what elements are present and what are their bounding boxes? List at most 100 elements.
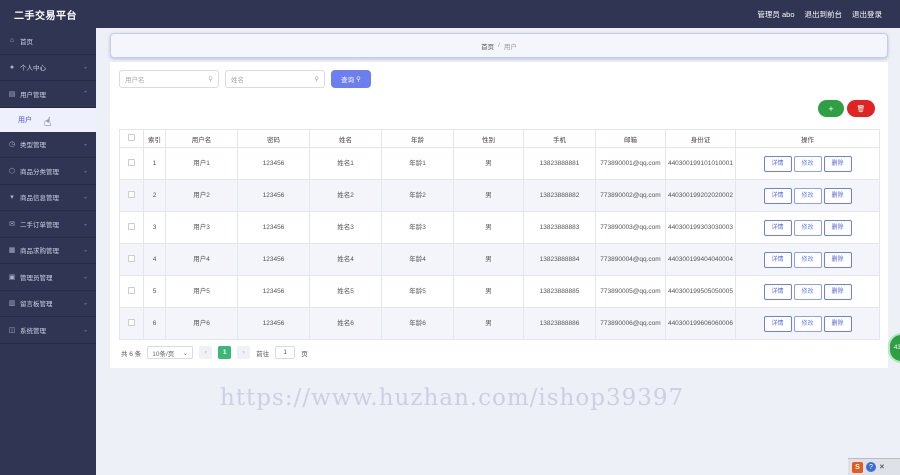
folder-icon: ▣ <box>8 273 16 281</box>
row-select-cell[interactable] <box>119 307 144 340</box>
row-checkbox[interactable] <box>128 158 135 166</box>
row-select-cell[interactable] <box>119 275 144 308</box>
sidebar-item-4[interactable]: ⬡ 商品分类管理 ⌄ <box>0 158 96 185</box>
select-all-cell[interactable] <box>119 129 144 148</box>
row-select-cell[interactable] <box>119 179 144 212</box>
table-row[interactable]: 3 用户3 123456 姓名3 年龄3 男 13823888883 773890003@qq… <box>119 211 880 244</box>
delete-button[interactable]: 删除 <box>823 155 852 172</box>
sidebar-item-5[interactable]: ▾ 商品信息管理 ⌄ <box>0 185 96 211</box>
prev-page-button[interactable]: ‹ <box>199 346 213 359</box>
cell-email: 773890004@qq.com <box>595 243 666 276</box>
row-select-cell[interactable] <box>119 147 144 180</box>
page-size-select[interactable]: 10条/页 ⌄ <box>147 346 194 359</box>
column-header: 索引 <box>143 129 166 148</box>
cell-username: 用户6 <box>165 307 238 340</box>
sidebar-item-7[interactable]: ▦ 商品求购管理 ⌄ <box>0 238 96 264</box>
edit-button[interactable]: 修改 <box>793 155 822 172</box>
row-checkbox[interactable] <box>128 254 135 262</box>
cell-index: 6 <box>143 307 166 340</box>
floating-badge[interactable]: 43 <box>888 333 900 363</box>
batch-delete-button[interactable]: 🗑 <box>847 100 875 117</box>
edit-button[interactable]: 修改 <box>793 219 822 236</box>
delete-button[interactable]: 删除 <box>823 187 852 204</box>
row-checkbox[interactable] <box>128 190 135 198</box>
sidebar-item-label: 商品分类管理 <box>20 168 59 176</box>
column-header: 身份证 <box>665 129 736 148</box>
chevron-down-icon: ⌄ <box>82 300 88 307</box>
table-row[interactable]: 4 用户4 123456 姓名4 年龄4 男 13823888884 773890004@qq… <box>119 243 880 276</box>
search-button[interactable]: 查询 ⚲ <box>331 70 371 88</box>
row-checkbox[interactable] <box>128 318 135 326</box>
cell-id-card: 440300199606060006 <box>665 307 736 340</box>
select-all-checkbox[interactable] <box>128 134 135 141</box>
sidebar-item-10[interactable]: ◫ 系统管理 ⌄ <box>0 317 96 344</box>
delete-button[interactable]: 删除 <box>823 315 852 332</box>
table-row[interactable]: 2 用户2 123456 姓名2 年龄2 男 13823888882 773890002@qq… <box>119 179 880 212</box>
edit-button[interactable]: 修改 <box>793 315 822 332</box>
close-icon[interactable]: ✕ <box>879 463 885 471</box>
goto-page-input[interactable]: 1 <box>275 346 296 359</box>
sidebar-item-6[interactable]: ✉ 二手订单管理 ⌄ <box>0 211 96 238</box>
breadcrumb-home[interactable]: 首页 <box>481 41 494 51</box>
row-checkbox[interactable] <box>128 286 135 294</box>
sidebar-item-8[interactable]: ▣ 管理员管理 ⌄ <box>0 264 96 291</box>
row-select-cell[interactable] <box>119 243 144 276</box>
add-button[interactable]: + <box>818 100 844 117</box>
sidebar-item-2[interactable]: ▤ 用户管理 ⌃ <box>0 81 96 108</box>
detail-button[interactable]: 详情 <box>763 187 792 204</box>
cell-gender: 男 <box>453 275 524 308</box>
search-button-label: 查询 <box>341 77 355 84</box>
cell-age: 年龄2 <box>381 179 454 212</box>
cell-age: 年龄5 <box>381 275 454 308</box>
cell-actions: 详情 修改 删除 <box>735 307 880 340</box>
delete-button[interactable]: 删除 <box>823 251 852 268</box>
top-bar-actions: 管理员 abo 退出到前台 退出登录 <box>757 9 882 20</box>
table-row[interactable]: 6 用户6 123456 姓名6 年龄6 男 13823888886 773890006@qq… <box>119 307 880 340</box>
next-page-button[interactable]: › <box>237 346 251 359</box>
column-header: 手机 <box>523 129 596 148</box>
detail-button[interactable]: 详情 <box>763 219 792 236</box>
cell-index: 3 <box>143 211 166 244</box>
sidebar-item-0[interactable]: ⌂ 首页 <box>0 28 96 55</box>
detail-button[interactable]: 详情 <box>763 155 792 172</box>
breadcrumb-current: 用户 <box>503 43 517 51</box>
logout-link[interactable]: 退出登录 <box>852 9 882 20</box>
name-search-input[interactable]: 姓名 ⚲ <box>225 70 325 88</box>
row-select-cell[interactable] <box>119 211 144 244</box>
delete-button[interactable]: 删除 <box>823 283 852 300</box>
row-checkbox[interactable] <box>128 222 135 230</box>
help-icon[interactable]: ? <box>866 462 876 472</box>
table-header-row: 索引 用户名 密码 姓名 年龄 性别 手机 邮箱 身份证 操作 <box>119 129 880 148</box>
sidebar-item-3[interactable]: ◷ 类型管理 ⌄ <box>0 132 96 158</box>
user-icon: ● <box>9 63 15 71</box>
search-icon: ⚲ <box>314 76 319 83</box>
home-icon: ⌂ <box>9 37 15 45</box>
trash-icon: 🗑 <box>856 105 866 113</box>
back-to-front-link[interactable]: 退出到前台 <box>805 9 843 20</box>
cell-email: 773890001@qq.com <box>595 147 666 180</box>
breadcrumb: 首页 / 用户 <box>110 33 888 58</box>
tag-icon: ⬡ <box>8 167 16 175</box>
delete-button[interactable]: 删除 <box>823 219 852 236</box>
column-header: 用户名 <box>165 129 238 148</box>
table-row[interactable]: 1 用户1 123456 姓名1 年龄1 男 13823888881 773890001@qq… <box>119 147 880 180</box>
table-row[interactable]: 5 用户5 123456 姓名5 年龄5 男 13823888885 773890005@qq… <box>119 275 880 308</box>
cell-password: 123456 <box>237 211 310 244</box>
column-header: 姓名 <box>309 129 382 148</box>
edit-button[interactable]: 修改 <box>793 251 822 268</box>
cell-age: 年龄1 <box>381 147 454 180</box>
detail-button[interactable]: 详情 <box>763 315 792 332</box>
cell-password: 123456 <box>237 179 310 212</box>
cell-index: 1 <box>143 147 166 180</box>
sidebar-item-1[interactable]: ● 个人中心 ⌄ <box>0 55 96 81</box>
page-1-button[interactable]: 1 <box>218 346 232 359</box>
edit-button[interactable]: 修改 <box>793 283 822 300</box>
edit-button[interactable]: 修改 <box>793 187 822 204</box>
detail-button[interactable]: 详情 <box>763 251 792 268</box>
sogou-icon[interactable]: S <box>852 461 863 473</box>
sidebar-item-9[interactable]: ▥ 留言板管理 ⌄ <box>0 291 96 317</box>
detail-button[interactable]: 详情 <box>763 283 792 300</box>
plus-icon: + <box>828 103 834 114</box>
username-search-input[interactable]: 用户名 ⚲ <box>119 70 219 88</box>
cell-name: 姓名6 <box>309 307 382 340</box>
